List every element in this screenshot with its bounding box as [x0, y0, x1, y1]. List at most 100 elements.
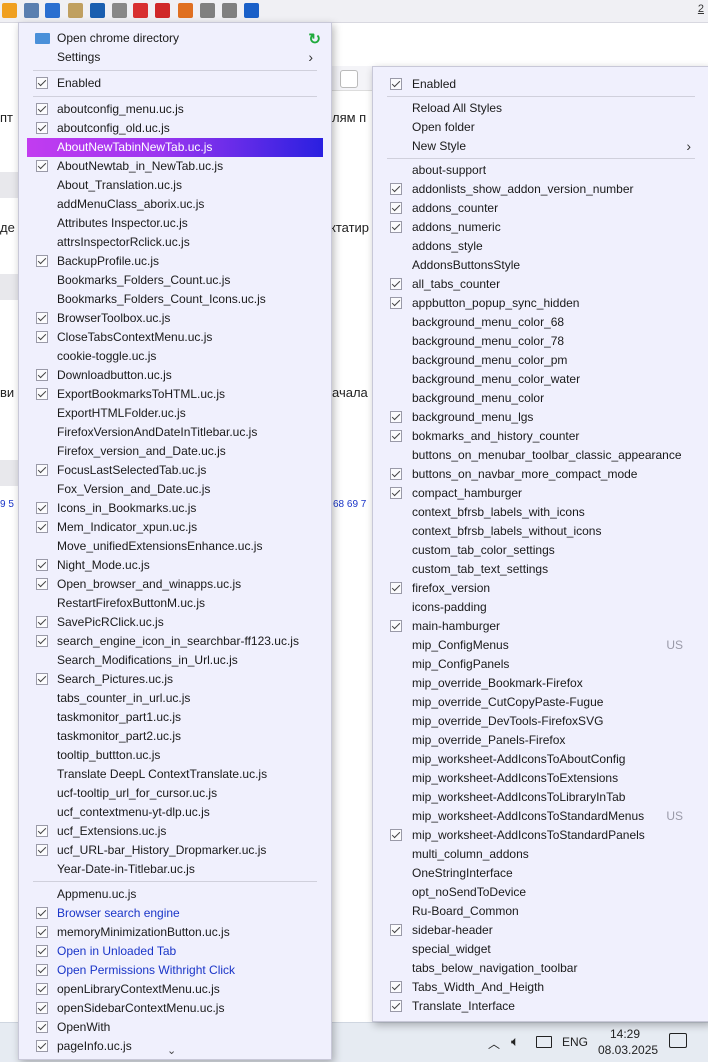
styles-enabled-item[interactable]: Enabled — [373, 75, 708, 94]
style-menu-item[interactable]: AddonsButtonsStyle — [373, 256, 708, 275]
script-menu-item[interactable]: ucf-tooltip_url_for_cursor.uc.js — [19, 784, 331, 803]
script-menu-item[interactable]: aboutconfig_old.uc.js — [19, 119, 331, 138]
reload-all-styles-item[interactable]: Reload All Styles — [373, 99, 708, 118]
style-menu-item[interactable]: custom_tab_color_settings — [373, 541, 708, 560]
script-menu-item[interactable]: openSidebarContextMenu.uc.js — [19, 999, 331, 1018]
script-menu-item[interactable]: tabs_counter_in_url.uc.js — [19, 689, 331, 708]
close-tab-icon[interactable] — [155, 3, 170, 18]
script-menu-item[interactable]: BrowserToolbox.uc.js — [19, 309, 331, 328]
script-menu-item[interactable]: ucf_URL-bar_History_Dropmarker.uc.js — [19, 841, 331, 860]
script-menu-item[interactable]: About_Translation.uc.js — [19, 176, 331, 195]
script-menu-item[interactable]: Icons_in_Bookmarks.uc.js — [19, 499, 331, 518]
script-menu-item[interactable]: FocusLastSelectedTab.uc.js — [19, 461, 331, 480]
style-menu-item[interactable]: tabs_below_navigation_toolbar — [373, 959, 708, 978]
script-menu-item[interactable]: cookie-toggle.uc.js — [19, 347, 331, 366]
settings-item[interactable]: Settings › — [19, 48, 331, 67]
script-menu-item[interactable]: RestartFirefoxButtonM.uc.js — [19, 594, 331, 613]
script-menu-item[interactable]: Search_Modifications_in_Url.uc.js — [19, 651, 331, 670]
style-menu-item[interactable]: special_widget — [373, 940, 708, 959]
style-menu-item[interactable]: addons_counter — [373, 199, 708, 218]
style-menu-item[interactable]: background_menu_color_78 — [373, 332, 708, 351]
script-menu-item[interactable]: FirefoxVersionAndDateInTitlebar.uc.js — [19, 423, 331, 442]
page-icon[interactable] — [200, 3, 215, 18]
search-plugin-icon[interactable] — [90, 3, 105, 18]
bookmark-icon[interactable] — [178, 3, 193, 18]
script-menu-item[interactable]: Attributes Inspector.uc.js — [19, 214, 331, 233]
style-menu-item[interactable]: Tabs_Width_And_Heigth — [373, 978, 708, 997]
style-menu-item[interactable]: background_menu_lgs — [373, 408, 708, 427]
clock-icon[interactable] — [112, 3, 127, 18]
download-arrow-icon[interactable] — [2, 3, 17, 18]
style-menu-item[interactable]: appbutton_popup_sync_hidden — [373, 294, 708, 313]
style-menu-item[interactable]: opt_noSendToDevice — [373, 883, 708, 902]
style-menu-item[interactable]: firefox_version — [373, 579, 708, 598]
save-icon[interactable] — [45, 3, 60, 18]
script-menu-item[interactable]: Browser search engine — [19, 904, 331, 923]
script-menu-item[interactable]: Downloadbutton.uc.js — [19, 366, 331, 385]
script-menu-item[interactable]: ExportHTMLFolder.uc.js — [19, 404, 331, 423]
script-menu-item[interactable]: AboutNewTabinNewTab.uc.js — [27, 138, 323, 157]
script-menu-item[interactable]: Move_unifiedExtensionsEnhance.uc.js — [19, 537, 331, 556]
style-menu-item[interactable]: bokmarks_and_history_counter — [373, 427, 708, 446]
clock[interactable]: 14:29 08.03.2025 — [598, 1026, 658, 1058]
style-menu-item[interactable]: mip_ConfigMenus US — [373, 636, 708, 655]
script-menu-item[interactable]: Year-Date-in-Titlebar.uc.js — [19, 860, 331, 879]
style-menu-item[interactable]: mip_override_DevTools-FirefoxSVG — [373, 712, 708, 731]
dropdown-box[interactable] — [340, 70, 358, 88]
style-menu-item[interactable]: addonlists_show_addon_version_number — [373, 180, 708, 199]
script-menu-item[interactable]: ExportBookmarksToHTML.uc.js — [19, 385, 331, 404]
script-menu-item[interactable]: memoryMinimizationButton.uc.js — [19, 923, 331, 942]
script-menu-item[interactable]: SavePicRClick.uc.js — [19, 613, 331, 632]
style-menu-item[interactable]: main-hamburger — [373, 617, 708, 636]
network-icon[interactable] — [536, 1036, 552, 1048]
style-menu-item[interactable]: buttons_on_navbar_more_compact_mode — [373, 465, 708, 484]
volume-icon[interactable]: 🔈︎ — [511, 1033, 519, 1050]
tab-count-link[interactable]: 2 — [698, 3, 704, 15]
style-menu-item[interactable]: mip_override_Panels-Firefox — [373, 731, 708, 750]
style-menu-item[interactable]: mip_worksheet-AddIconsToExtensions — [373, 769, 708, 788]
style-menu-item[interactable]: multi_column_addons — [373, 845, 708, 864]
style-menu-item[interactable]: custom_tab_text_settings — [373, 560, 708, 579]
script-menu-item[interactable]: Night_Mode.uc.js — [19, 556, 331, 575]
download-icon[interactable] — [244, 3, 259, 18]
notification-icon[interactable] — [669, 1033, 687, 1048]
script-menu-item[interactable]: OpenWith — [19, 1018, 331, 1037]
chevron-up-icon[interactable]: ︿ — [488, 1035, 500, 1052]
script-menu-item[interactable]: Appmenu.uc.js — [19, 885, 331, 904]
style-menu-item[interactable]: Translate_Interface — [373, 997, 708, 1016]
style-menu-item[interactable]: mip_worksheet-AddIconsToStandardMenus US — [373, 807, 708, 826]
script-menu-item[interactable]: ucf_contextmenu-yt-dlp.uc.js — [19, 803, 331, 822]
script-menu-item[interactable]: search_engine_icon_in_searchbar-ff123.uc… — [19, 632, 331, 651]
style-menu-item[interactable]: context_bfrsb_labels_with_icons — [373, 503, 708, 522]
script-menu-item[interactable]: Translate DeepL ContextTranslate.uc.js — [19, 765, 331, 784]
style-menu-item[interactable]: OneStringInterface — [373, 864, 708, 883]
script-menu-item[interactable]: Firefox_version_and_Date.uc.js — [19, 442, 331, 461]
script-menu-item[interactable]: taskmonitor_part2.uc.js — [19, 727, 331, 746]
open-folder-item[interactable]: Open folder — [373, 118, 708, 137]
script-menu-item[interactable]: Search_Pictures.uc.js — [19, 670, 331, 689]
style-menu-item[interactable]: background_menu_color_pm — [373, 351, 708, 370]
style-menu-item[interactable]: background_menu_color — [373, 389, 708, 408]
script-menu-item[interactable]: BackupProfile.uc.js — [19, 252, 331, 271]
script-menu-item[interactable]: AboutNewtab_in_NewTab.uc.js — [19, 157, 331, 176]
style-menu-item[interactable]: sidebar-header — [373, 921, 708, 940]
script-menu-item[interactable]: attrsInspectorRclick.uc.js — [19, 233, 331, 252]
style-menu-item[interactable]: mip_override_Bookmark-Firefox — [373, 674, 708, 693]
notes-icon[interactable] — [68, 3, 83, 18]
gear-icon[interactable] — [222, 3, 237, 18]
scroll-down-arrow-icon[interactable]: ⌄ — [167, 1044, 176, 1057]
script-menu-item[interactable]: Mem_Indicator_xpun.uc.js — [19, 518, 331, 537]
style-menu-item[interactable]: mip_worksheet-AddIconsToAboutConfig — [373, 750, 708, 769]
style-menu-item[interactable]: mip_worksheet-AddIconsToStandardPanels — [373, 826, 708, 845]
enabled-item[interactable]: Enabled — [19, 74, 331, 93]
style-menu-item[interactable]: buttons_on_menubar_toolbar_classic_appea… — [373, 446, 708, 465]
script-menu-item[interactable]: aboutconfig_menu.uc.js — [19, 100, 331, 119]
style-menu-item[interactable]: Ru-Board_Common — [373, 902, 708, 921]
script-menu-item[interactable]: openLibraryContextMenu.uc.js — [19, 980, 331, 999]
script-menu-item[interactable]: Open_browser_and_winapps.uc.js — [19, 575, 331, 594]
script-menu-item[interactable]: addMenuClass_aborix.uc.js — [19, 195, 331, 214]
style-menu-item[interactable]: compact_hamburger — [373, 484, 708, 503]
style-menu-item[interactable]: mip_ConfigPanels — [373, 655, 708, 674]
new-style-item[interactable]: New Style › — [373, 137, 708, 156]
style-menu-item[interactable]: addons_numeric — [373, 218, 708, 237]
